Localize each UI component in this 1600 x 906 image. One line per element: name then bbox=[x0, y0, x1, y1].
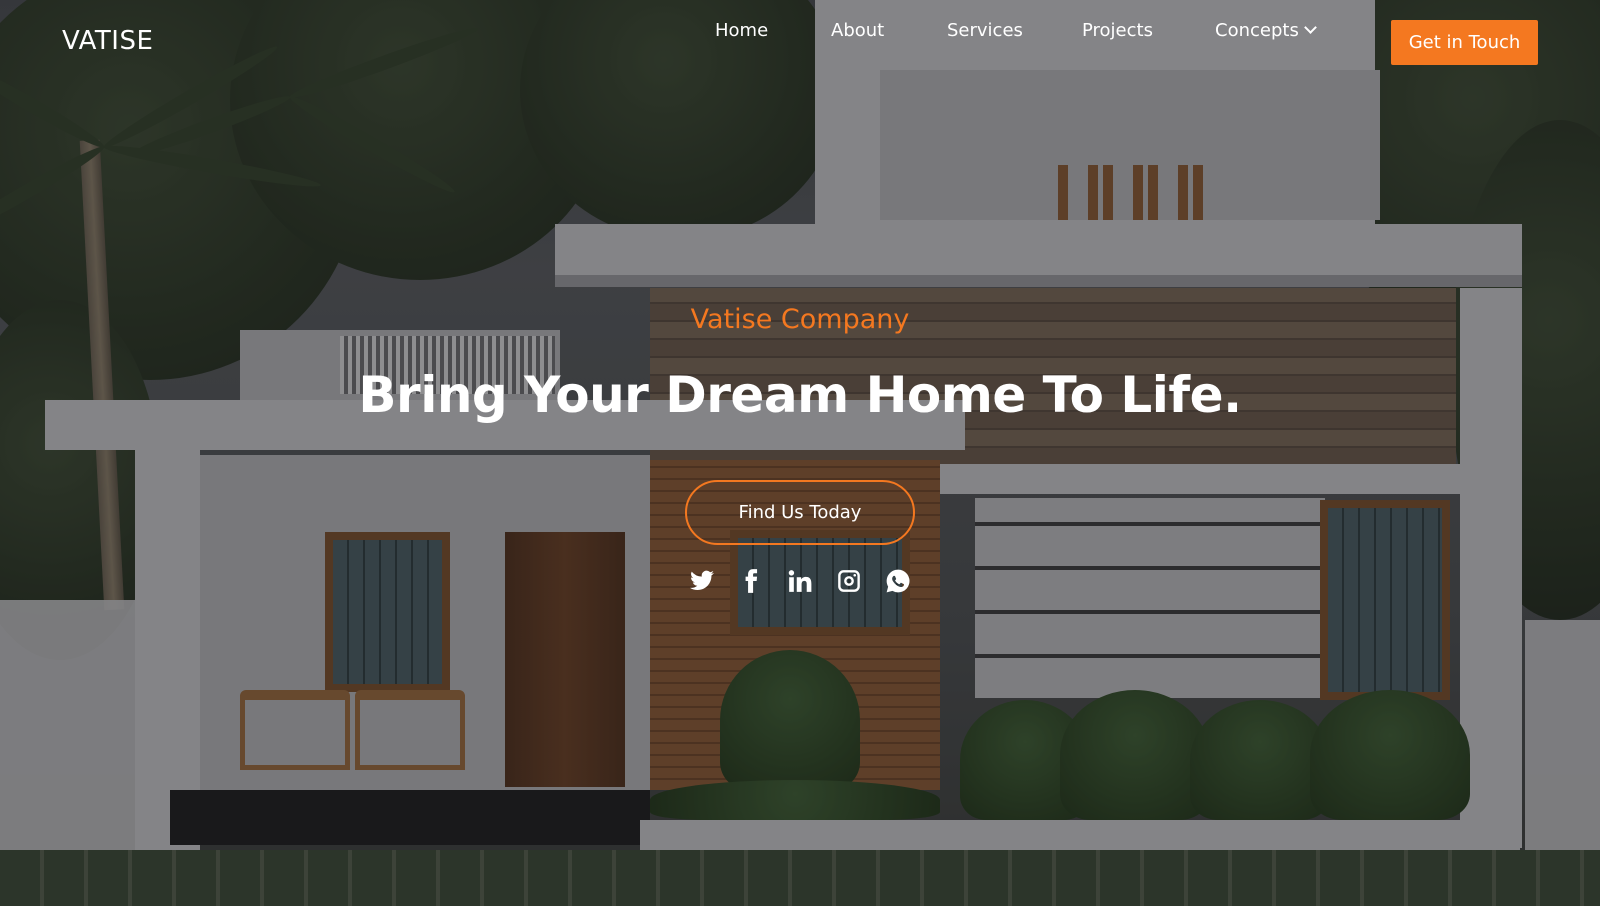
twitter-icon[interactable] bbox=[687, 566, 717, 596]
nav-concepts-label: Concepts bbox=[1215, 19, 1299, 41]
linkedin-icon[interactable] bbox=[785, 566, 815, 596]
instagram-icon[interactable] bbox=[834, 566, 864, 596]
hero-headline: Bring Your Dream Home To Life. bbox=[358, 366, 1242, 424]
hero-eyebrow: Vatise Company bbox=[690, 304, 910, 335]
site-header: VATISE Home About Services Projects Conc… bbox=[0, 0, 1600, 86]
hero-section: Vatise Company Bring Your Dream Home To … bbox=[0, 0, 1600, 906]
nav-services-link[interactable]: Services bbox=[947, 20, 1023, 41]
whatsapp-icon[interactable] bbox=[883, 566, 913, 596]
chevron-down-icon bbox=[1303, 21, 1317, 34]
get-in-touch-button[interactable]: Get in Touch bbox=[1391, 20, 1538, 65]
social-links bbox=[685, 566, 915, 596]
nav-about-link[interactable]: About bbox=[831, 20, 884, 41]
nav-projects-link[interactable]: Projects bbox=[1082, 20, 1153, 41]
nav-concepts-dropdown[interactable]: Concepts bbox=[1215, 19, 1317, 41]
facebook-icon[interactable] bbox=[736, 566, 766, 596]
brand-logo[interactable]: VATISE bbox=[62, 26, 153, 56]
find-us-today-button[interactable]: Find Us Today bbox=[685, 480, 915, 545]
nav-home-link[interactable]: Home bbox=[715, 20, 768, 41]
